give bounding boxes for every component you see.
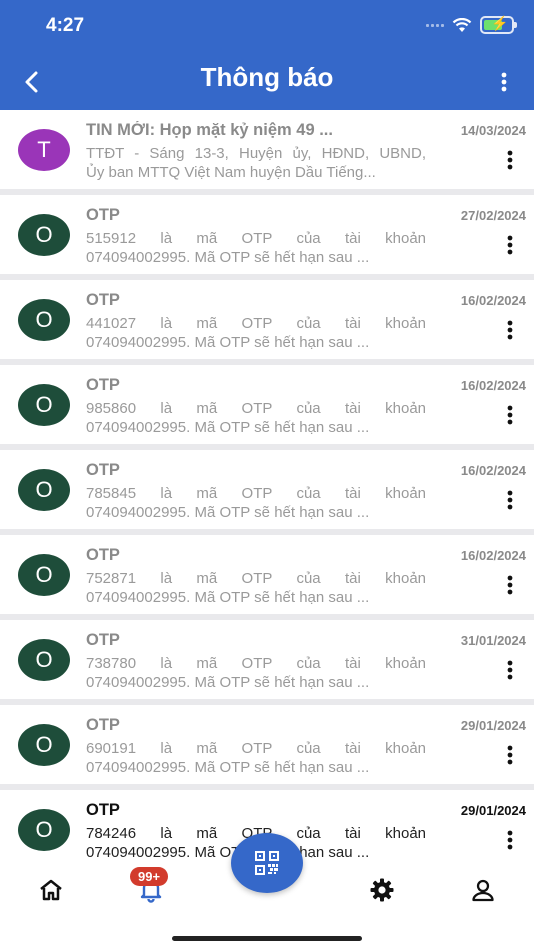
notification-body: 985860 là mã OTP của tài khoản 074094002… (86, 399, 426, 437)
notification-item[interactable]: T TIN MỚI: Họp mặt kỷ niệm 49 ... 14/03/… (0, 110, 534, 189)
notification-title: TIN MỚI: Họp mặt kỷ niệm 49 ... (86, 121, 333, 139)
notification-body: 752871 là mã OTP của tài khoản 074094002… (86, 569, 426, 607)
notification-title: OTP (86, 716, 120, 734)
notification-item[interactable]: O OTP 27/02/2024 515912 là mã OTP của tà… (0, 195, 534, 274)
notification-title: OTP (86, 631, 120, 649)
notification-title: OTP (86, 376, 120, 394)
notification-body-line: 074094002995. Mã OTP sẽ hết hạn sau ... (86, 674, 370, 691)
avatar: O (18, 299, 70, 341)
notification-item[interactable]: O OTP 16/02/2024 752871 là mã OTP của tà… (0, 535, 534, 614)
nav-profile[interactable] (463, 876, 503, 904)
wifi-icon (452, 17, 472, 32)
notification-date: 27/02/2024 (460, 208, 526, 223)
notification-title: OTP (86, 206, 120, 224)
notification-body-line: 985860 là mã OTP của tài khoản (86, 400, 426, 417)
notification-body: 441027 là mã OTP của tài khoản 074094002… (86, 314, 426, 352)
notification-date: 31/01/2024 (460, 633, 526, 648)
status-time: 4:27 (46, 15, 85, 36)
more-vertical-icon (507, 405, 513, 425)
notification-menu-button[interactable] (502, 233, 518, 257)
notification-body-line: 074094002995. Mã OTP sẽ hết hạn sau ... (86, 249, 370, 266)
notification-badge: 99+ (130, 867, 169, 886)
notification-date: 16/02/2024 (460, 378, 526, 393)
notification-body: 785845 là mã OTP của tài khoản 074094002… (86, 484, 426, 522)
notification-body-line: 074094002995. Mã OTP sẽ hết hạn sau ... (86, 334, 370, 351)
avatar: O (18, 809, 70, 851)
more-vertical-icon (507, 320, 513, 340)
gear-icon (370, 878, 394, 902)
notification-body-line: 074094002995. Mã OTP sẽ hết hạn sau ... (86, 759, 370, 776)
notification-body: 738780 là mã OTP của tài khoản 074094002… (86, 654, 426, 692)
notification-body-line: 515912 là mã OTP của tài khoản (86, 230, 426, 247)
notification-title: OTP (86, 801, 120, 819)
notification-date: 14/03/2024 (460, 123, 526, 138)
notification-title: OTP (86, 546, 120, 564)
qr-code-icon (255, 851, 279, 875)
notification-date: 29/01/2024 (460, 718, 526, 733)
more-vertical-icon (507, 830, 513, 850)
status-icons: ⚡ (426, 15, 517, 34)
notification-date: 16/02/2024 (460, 463, 526, 478)
nav-settings[interactable] (362, 876, 402, 904)
notification-date: 16/02/2024 (460, 293, 526, 308)
more-vertical-icon (507, 150, 513, 170)
cell-signal-icon (426, 23, 444, 27)
avatar: O (18, 724, 70, 766)
notification-body-line: 738780 là mã OTP của tài khoản (86, 655, 426, 672)
notification-menu-button[interactable] (502, 403, 518, 427)
notification-item[interactable]: O OTP 31/01/2024 738780 là mã OTP của tà… (0, 620, 534, 699)
notification-title: OTP (86, 291, 120, 309)
notification-body-line: 074094002995. Mã OTP sẽ hết hạn sau ... (86, 504, 370, 521)
notification-menu-button[interactable] (502, 318, 518, 342)
header-menu-button[interactable] (492, 64, 516, 100)
more-vertical-icon (507, 235, 513, 255)
person-icon (472, 879, 494, 902)
qr-scan-button[interactable] (231, 833, 303, 893)
more-vertical-icon (501, 72, 507, 92)
more-vertical-icon (507, 745, 513, 765)
more-vertical-icon (507, 490, 513, 510)
notification-body: 690191 là mã OTP của tài khoản 074094002… (86, 739, 426, 777)
notification-date: 29/01/2024 (460, 803, 526, 818)
app-header: 4:27 ⚡ Thông báo (0, 0, 534, 110)
avatar: O (18, 639, 70, 681)
notification-body-line: 752871 là mã OTP của tài khoản (86, 570, 426, 587)
notification-body-line: 785845 là mã OTP của tài khoản (86, 485, 426, 502)
notification-body-line: 690191 là mã OTP của tài khoản (86, 740, 426, 757)
avatar: T (18, 129, 70, 171)
notification-body-line: Ủy ban MTTQ Việt Nam huyện Dầu Tiếng... (86, 164, 376, 181)
notification-body-line: 074094002995. Mã OTP sẽ hết hạn sau ... (86, 419, 370, 436)
notification-menu-button[interactable] (502, 828, 518, 852)
notification-menu-button[interactable] (502, 658, 518, 682)
notification-menu-button[interactable] (502, 743, 518, 767)
home-icon (40, 879, 62, 901)
nav-home[interactable] (31, 876, 71, 904)
battery-icon: ⚡ (480, 15, 517, 34)
notification-body-line: TTĐT - Sáng 13-3, Huyện ủy, HĐND, UBND, (86, 145, 426, 162)
avatar: O (18, 554, 70, 596)
notification-menu-button[interactable] (502, 148, 518, 172)
notification-item[interactable]: O OTP 16/02/2024 785845 là mã OTP của tà… (0, 450, 534, 529)
notification-menu-button[interactable] (502, 488, 518, 512)
more-vertical-icon (507, 575, 513, 595)
notification-title: OTP (86, 461, 120, 479)
notification-item[interactable]: O OTP 16/02/2024 985860 là mã OTP của tà… (0, 365, 534, 444)
avatar: O (18, 384, 70, 426)
notification-body-line: 074094002995. Mã OTP sẽ hết hạn sau ... (86, 589, 370, 606)
page-title: Thông báo (200, 62, 334, 92)
notification-body: 515912 là mã OTP của tài khoản 074094002… (86, 229, 426, 267)
notification-date: 16/02/2024 (460, 548, 526, 563)
notification-body-line: 441027 là mã OTP của tài khoản (86, 315, 426, 332)
avatar: O (18, 214, 70, 256)
home-indicator (172, 936, 362, 941)
notification-menu-button[interactable] (502, 573, 518, 597)
more-vertical-icon (507, 660, 513, 680)
notification-item[interactable]: O OTP 29/01/2024 690191 là mã OTP của tà… (0, 705, 534, 784)
notification-body: TTĐT - Sáng 13-3, Huyện ủy, HĐND, UBND, … (86, 144, 426, 182)
avatar: O (18, 469, 70, 511)
notification-item[interactable]: O OTP 16/02/2024 441027 là mã OTP của tà… (0, 280, 534, 359)
